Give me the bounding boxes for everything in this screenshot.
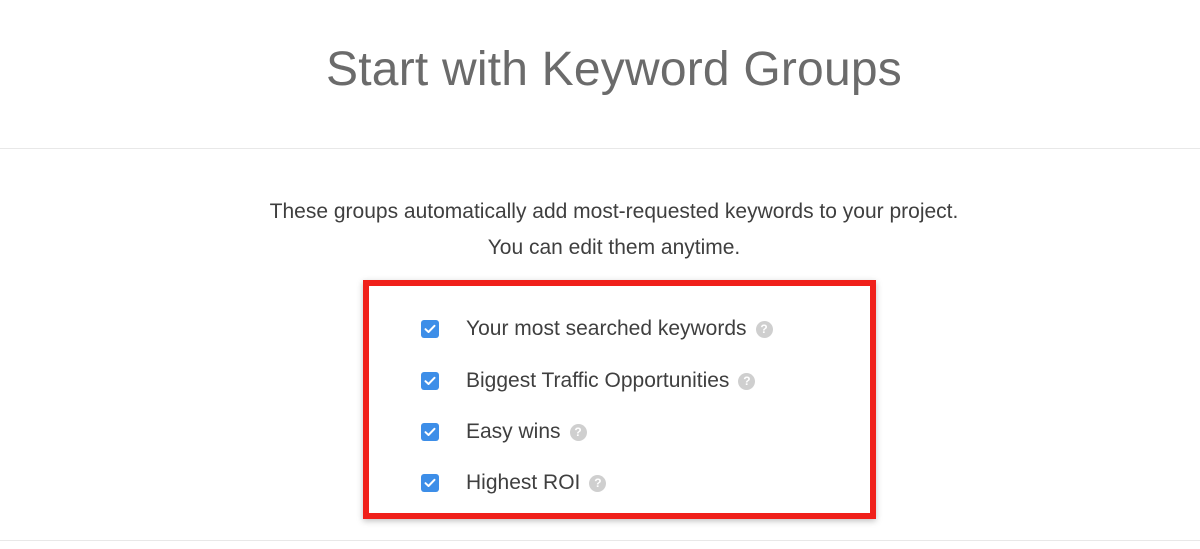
page-title: Start with Keyword Groups [326, 43, 902, 96]
description-line-1: These groups automatically add most-requ… [269, 200, 959, 223]
option-label: Biggest Traffic Opportunities [466, 369, 730, 392]
question-circle-icon[interactable]: ? [569, 423, 587, 441]
checkbox-checked-icon[interactable] [421, 320, 439, 338]
keyword-group-option-easy-wins[interactable]: Easy wins ? [421, 417, 587, 447]
option-label: Easy wins [466, 420, 561, 443]
question-circle-icon[interactable]: ? [589, 474, 607, 492]
checkbox-checked-icon[interactable] [421, 423, 439, 441]
checkbox-checked-icon[interactable] [421, 372, 439, 390]
header: Start with Keyword Groups [0, 0, 1200, 149]
description-line-2: You can edit them anytime. [487, 236, 741, 259]
keyword-group-option-highest-roi[interactable]: Highest ROI ? [421, 468, 607, 498]
option-label: Your most searched keywords [466, 317, 747, 340]
option-label: Highest ROI [466, 471, 581, 494]
question-circle-icon[interactable]: ? [738, 372, 756, 390]
keyword-groups-highlight-box: Your most searched keywords ? Biggest Tr… [363, 280, 876, 519]
keyword-group-option-most-searched[interactable]: Your most searched keywords ? [421, 314, 773, 344]
keyword-group-option-traffic-opportunities[interactable]: Biggest Traffic Opportunities ? [421, 366, 756, 396]
keyword-groups-page: Start with Keyword Groups These groups a… [0, 0, 1200, 549]
checkbox-checked-icon[interactable] [421, 474, 439, 492]
question-circle-icon[interactable]: ? [755, 320, 773, 338]
bottom-divider [0, 540, 1200, 541]
